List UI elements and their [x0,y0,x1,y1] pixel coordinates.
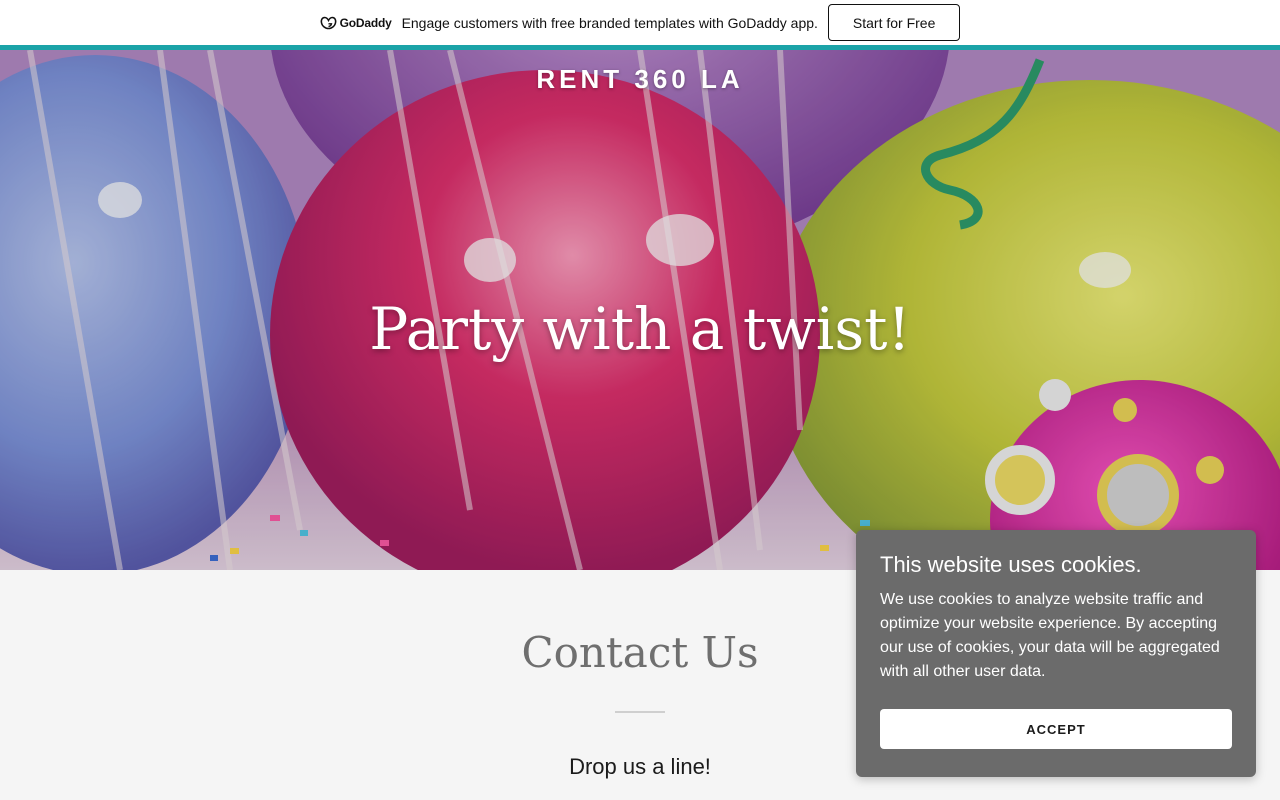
cookie-banner: This website uses cookies. We use cookie… [856,530,1256,777]
site-title[interactable]: RENT 360 LA [0,64,1280,95]
promo-message: Engage customers with free branded templ… [401,14,818,31]
section-divider [615,711,665,713]
godaddy-logo-icon [320,16,337,30]
hero-heading: Party with a twist! [369,295,911,363]
cookie-banner-text: We use cookies to analyze website traffi… [880,591,1220,681]
start-for-free-button[interactable]: Start for Free [827,4,961,41]
cookie-banner-title: This website uses cookies. [880,552,1142,577]
godaddy-logo[interactable]: GoDaddy [320,16,392,30]
accept-cookies-button[interactable]: ACCEPT [880,709,1232,749]
hero-section: RENT 360 LA Party with a twist! [0,50,1280,570]
promo-bar: GoDaddy Engage customers with free brand… [0,0,1280,45]
promo-content: GoDaddy Engage customers with free brand… [320,4,961,41]
godaddy-logo-text: GoDaddy [339,15,392,30]
